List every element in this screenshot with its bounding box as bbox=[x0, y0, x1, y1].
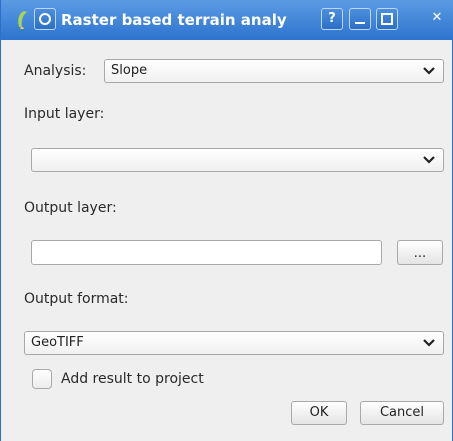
chevron-down-icon bbox=[423, 339, 435, 347]
window-title: Raster based terrain analy bbox=[61, 11, 287, 29]
add-result-label: Add result to project bbox=[61, 371, 204, 387]
window-menu-icon[interactable] bbox=[34, 8, 56, 30]
maximize-button[interactable] bbox=[376, 8, 398, 30]
chevron-down-icon bbox=[423, 67, 435, 75]
minimize-button[interactable] bbox=[349, 8, 371, 30]
qgis-app-icon bbox=[18, 11, 27, 29]
cancel-button[interactable]: Cancel bbox=[360, 401, 444, 425]
browse-button[interactable]: ... bbox=[397, 240, 443, 265]
analysis-select-value: Slope bbox=[111, 63, 148, 78]
output-format-select[interactable]: GeoTIFF bbox=[24, 331, 444, 355]
title-bar[interactable]: Raster based terrain analy ? ✕ bbox=[1, 0, 453, 40]
output-layer-label: Output layer: bbox=[24, 200, 117, 216]
chevron-down-icon bbox=[423, 156, 435, 164]
input-layer-select[interactable] bbox=[31, 148, 444, 172]
close-button[interactable]: ✕ bbox=[426, 8, 448, 30]
analysis-label: Analysis: bbox=[24, 63, 87, 79]
output-format-label: Output format: bbox=[24, 291, 129, 307]
dialog-window: Raster based terrain analy ? ✕ Analysis:… bbox=[0, 0, 453, 441]
output-layer-input[interactable] bbox=[31, 240, 382, 265]
output-format-select-value: GeoTIFF bbox=[31, 335, 84, 350]
help-button[interactable]: ? bbox=[321, 8, 343, 30]
add-result-checkbox[interactable] bbox=[32, 369, 52, 389]
input-layer-label: Input layer: bbox=[24, 106, 105, 122]
analysis-select[interactable]: Slope bbox=[104, 59, 444, 83]
ok-button[interactable]: OK bbox=[291, 401, 347, 425]
